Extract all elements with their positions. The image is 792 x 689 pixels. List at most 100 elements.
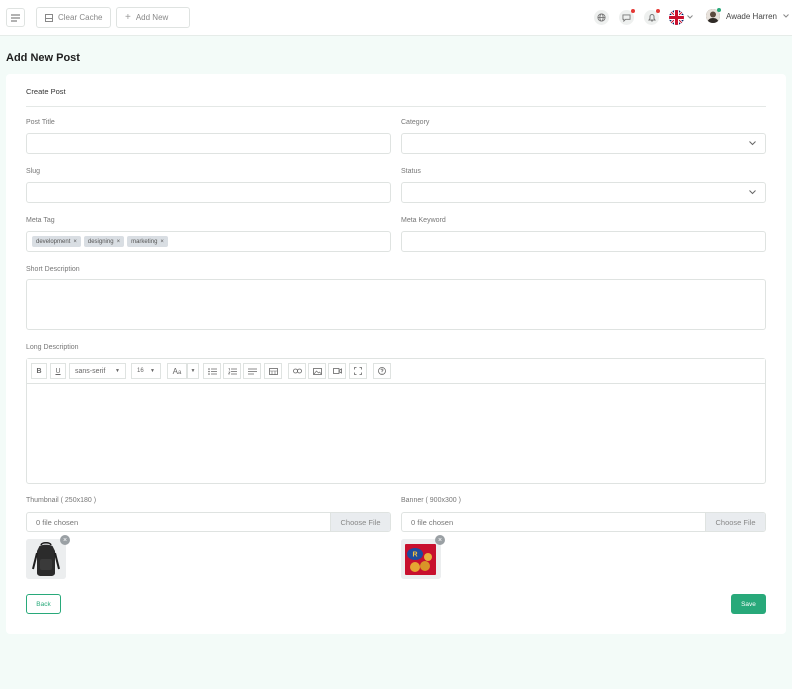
bell-icon [647,14,656,22]
clear-cache-label: Clear Cache [58,13,103,22]
post-title-input[interactable] [26,133,391,154]
meta-tag-chip: designing × [83,236,125,247]
help-button[interactable] [373,363,391,379]
numbered-list-button[interactable] [223,363,241,379]
save-button[interactable]: Save [731,594,766,614]
notifications-dot [656,9,660,13]
back-button[interactable]: Back [26,594,61,614]
bullet-list-icon [207,367,217,375]
top-bar: Clear Cache + Add New Awade Harren [0,0,792,36]
ritz-box-image: R [401,539,441,579]
backpack-image [26,539,66,579]
thumbnail-file-input[interactable]: 0 file chosen Choose File [26,512,391,532]
underline-button[interactable]: U [50,363,66,379]
meta-tag-input[interactable]: development × designing × marketing × [26,231,391,252]
category-label: Category [401,119,430,126]
hamburger-icon [11,14,20,21]
close-icon[interactable]: × [73,239,77,245]
video-button[interactable] [328,363,346,379]
plus-icon: + [125,12,131,23]
user-name: Awade Harren [726,11,777,21]
short-description-label: Short Description [26,266,80,273]
meta-keyword-label: Meta Keyword [401,217,446,224]
add-new-button[interactable]: + Add New [116,7,190,28]
globe-button[interactable] [594,10,609,25]
messages-button[interactable] [619,9,635,25]
chevron-down-icon [749,141,756,146]
thumbnail-label: Thumbnail ( 250x180 ) [26,497,97,504]
category-select[interactable] [401,133,766,154]
post-title-label: Post Title [26,119,55,126]
link-icon [292,368,302,374]
font-family-dropdown[interactable]: sans-serif ▼ [69,363,126,379]
messages-notification-dot [631,9,635,13]
font-family-value: sans-serif [75,367,106,375]
svg-text:R: R [412,552,417,559]
banner-file-status: 0 file chosen [411,518,454,527]
image-button[interactable] [308,363,326,379]
caret-down-icon: ▼ [150,368,155,374]
short-description-textarea[interactable] [26,279,766,330]
chevron-down-icon [749,190,756,195]
table-button[interactable] [264,363,282,379]
editor-content-area[interactable] [27,385,765,483]
banner-label: Banner ( 900x300 ) [401,497,461,504]
editor-toolbar: B U sans-serif ▼ 16 ▼ Aa ▼ [27,359,765,384]
text-style-dropdown[interactable]: ▼ [187,363,199,379]
video-icon [332,368,342,374]
close-icon[interactable]: × [117,239,121,245]
globe-icon [597,13,606,22]
bold-icon: B [36,367,42,375]
create-post-card: Create Post Post Title Category Slug Sta… [6,74,786,634]
thumbnail-choose-file-button[interactable]: Choose File [330,513,390,531]
meta-tag-chip-label: designing [87,238,114,245]
remove-thumbnail-button[interactable]: × [60,535,70,545]
add-new-label: Add New [135,13,169,22]
banner-file-input[interactable]: 0 file chosen Choose File [401,512,766,532]
align-left-icon [247,368,257,374]
close-icon: × [437,536,443,544]
user-menu[interactable]: Awade Harren [706,8,789,23]
banner-choose-file-button[interactable]: Choose File [705,513,765,531]
bullet-list-button[interactable] [203,363,221,379]
meta-tag-chip: development × [32,236,81,247]
fullscreen-icon [354,367,362,375]
close-icon: × [62,536,68,544]
slug-input[interactable] [26,182,391,203]
card-title: Create Post [26,87,66,96]
language-chevron-down-icon[interactable] [687,15,693,19]
cache-icon [45,13,53,22]
caret-down-icon: ▼ [190,368,196,374]
image-icon [312,367,322,375]
font-size-dropdown[interactable]: 16 ▼ [131,363,161,379]
banner-preview: R × [401,535,445,579]
meta-tag-chip: marketing × [127,236,168,247]
help-icon [378,367,386,375]
remove-banner-button[interactable]: × [435,535,445,545]
underline-icon: U [55,367,61,375]
avatar [706,8,721,23]
text-style-button[interactable]: Aa [167,363,187,379]
online-status-dot [717,8,721,12]
page-title: Add New Post [6,52,80,64]
link-button[interactable] [288,363,306,379]
meta-keyword-input[interactable] [401,231,766,252]
uk-flag-icon[interactable] [669,10,684,25]
thumbnail-file-status: 0 file chosen [36,518,79,527]
close-icon[interactable]: × [160,239,164,245]
table-icon [268,367,278,375]
bold-button[interactable]: B [31,363,47,379]
font-size-value: 16 [137,368,144,374]
meta-tag-label: Meta Tag [26,217,55,224]
meta-tag-chip-label: marketing [131,238,158,245]
text-style-icon: Aa [172,366,182,376]
notifications-button[interactable] [644,9,660,25]
divider [26,106,766,107]
align-button[interactable] [243,363,261,379]
status-select[interactable] [401,182,766,203]
clear-cache-button[interactable]: Clear Cache [36,7,112,28]
thumbnail-preview: × [26,535,70,579]
meta-tag-chip-label: development [36,238,71,245]
fullscreen-button[interactable] [349,363,367,379]
menu-toggle-button[interactable] [6,8,25,27]
